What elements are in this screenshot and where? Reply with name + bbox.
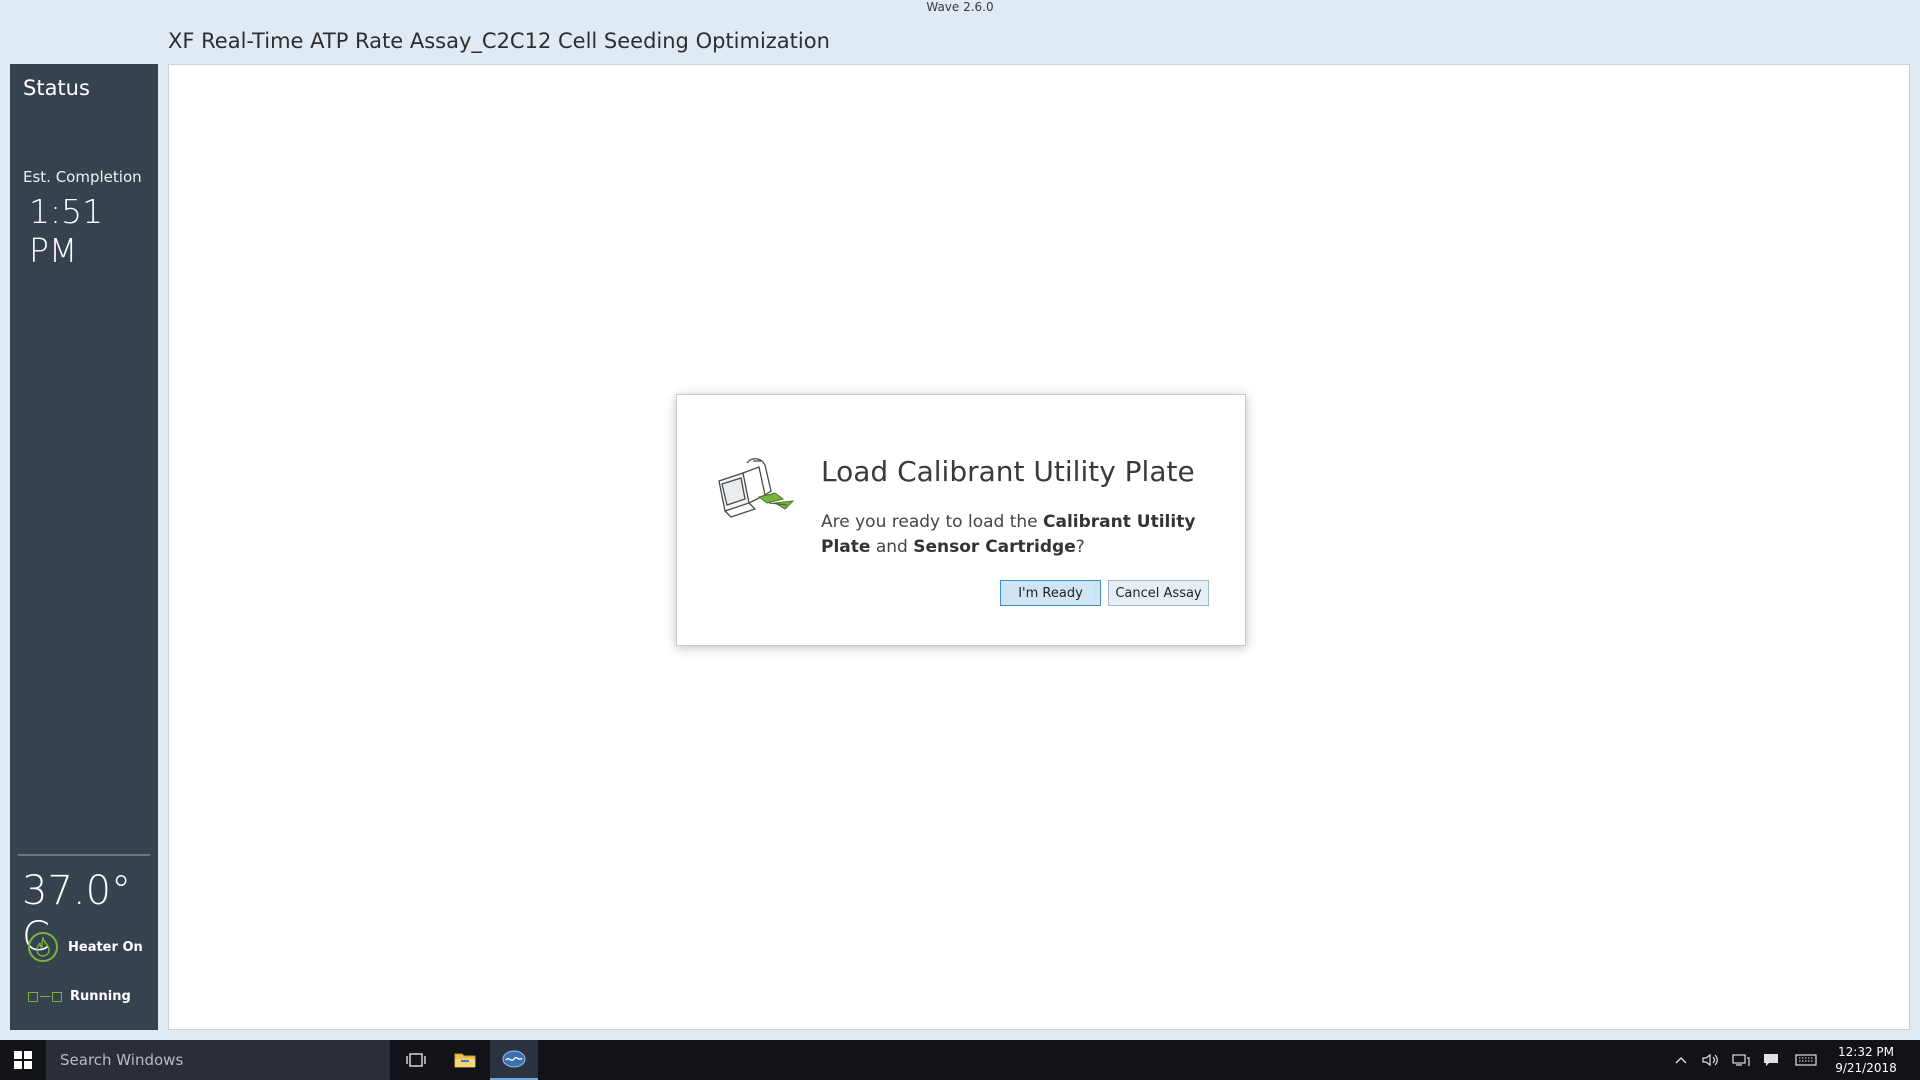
flame-icon xyxy=(28,932,58,962)
notifications-icon[interactable] xyxy=(1756,1053,1786,1067)
clock-date: 9/21/2018 xyxy=(1835,1061,1897,1075)
message-cartridge-name: Sensor Cartridge xyxy=(913,537,1076,557)
windows-taskbar: Search Windows 12:32 PM 9/21/2018 xyxy=(0,1040,1920,1080)
transfer-icon xyxy=(28,991,62,1002)
app-version: Wave 2.6.0 xyxy=(926,0,994,14)
network-icon[interactable] xyxy=(1726,1053,1756,1067)
est-completion-time: 1:51 PM xyxy=(29,192,104,270)
im-ready-button[interactable]: I'm Ready xyxy=(1000,580,1101,606)
est-completion-label: Est. Completion xyxy=(23,168,142,186)
taskbar-clock[interactable]: 12:32 PM 9/21/2018 xyxy=(1826,1044,1906,1076)
chevron-up-icon[interactable] xyxy=(1666,1056,1696,1064)
dialog-message: Are you ready to load the Calibrant Util… xyxy=(821,510,1231,560)
windows-start-icon[interactable] xyxy=(0,1040,46,1080)
load-calibrant-dialog: Load Calibrant Utility Plate Are you rea… xyxy=(676,394,1246,646)
message-suffix: ? xyxy=(1075,537,1085,557)
cancel-assay-button[interactable]: Cancel Assay xyxy=(1108,580,1209,606)
task-view-icon[interactable] xyxy=(392,1040,440,1080)
run-status-label: Running xyxy=(70,989,131,1004)
window-title: XF Real-Time ATP Rate Assay_C2C12 Cell S… xyxy=(168,29,830,53)
message-prefix: Are you ready to load the xyxy=(821,512,1044,532)
heater-status-label: Heater On xyxy=(68,939,143,955)
status-sidebar: Status Est. Completion 1:51 PM 37.0° C H… xyxy=(10,64,158,1030)
file-explorer-icon[interactable] xyxy=(441,1040,489,1080)
instrument-illustration-icon xyxy=(709,453,797,523)
volume-icon[interactable] xyxy=(1696,1053,1726,1067)
taskbar-search-box[interactable]: Search Windows xyxy=(46,1040,390,1080)
status-heading: Status xyxy=(23,76,90,100)
message-middle: and xyxy=(870,537,914,557)
clock-time: 12:32 PM xyxy=(1838,1045,1894,1059)
system-tray: 12:32 PM 9/21/2018 xyxy=(1666,1040,1920,1080)
wave-app-icon[interactable] xyxy=(490,1040,538,1080)
run-status: Running xyxy=(28,989,131,1004)
keyboard-icon[interactable] xyxy=(1786,1054,1826,1066)
heater-status: Heater On xyxy=(28,932,143,962)
sidebar-divider xyxy=(18,854,150,856)
dialog-title: Load Calibrant Utility Plate xyxy=(821,455,1195,488)
taskbar-search-placeholder: Search Windows xyxy=(60,1051,184,1069)
